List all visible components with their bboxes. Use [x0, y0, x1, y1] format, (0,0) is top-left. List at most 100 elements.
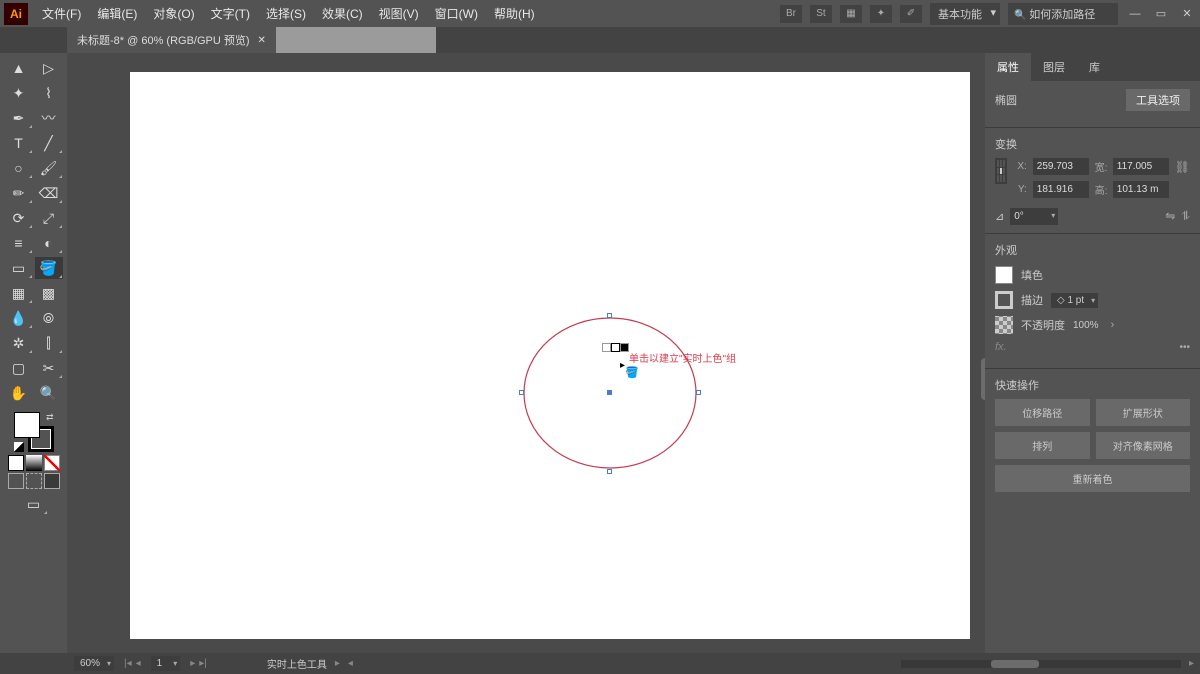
fx-label[interactable]: fx.: [995, 341, 1007, 353]
handle-n[interactable]: [607, 313, 612, 318]
color-mode-solid[interactable]: [8, 455, 24, 471]
tab-libraries[interactable]: 库: [1077, 53, 1112, 81]
zoom-tool[interactable]: 🔍: [35, 382, 63, 404]
arrange-button[interactable]: 排列: [995, 432, 1090, 459]
hand-tool[interactable]: ✋: [5, 382, 33, 404]
status-expand-icon[interactable]: ▸: [335, 658, 340, 669]
tab-properties[interactable]: 属性: [985, 53, 1031, 81]
selection-tool[interactable]: ▲: [5, 57, 33, 79]
symbol-sprayer-tool[interactable]: ✲: [5, 332, 33, 354]
expand-shape-button[interactable]: 扩展形状: [1096, 399, 1191, 426]
flip-horizontal-icon[interactable]: ⇋: [1165, 209, 1175, 224]
menu-edit[interactable]: 编辑(E): [89, 1, 145, 26]
selected-ellipse[interactable]: [522, 316, 698, 471]
pencil-tool[interactable]: ✏: [5, 182, 33, 204]
offset-path-button[interactable]: 位移路径: [995, 399, 1090, 426]
tool-options-button[interactable]: 工具选项: [1126, 89, 1190, 111]
handle-s[interactable]: [607, 469, 612, 474]
y-input[interactable]: [1033, 181, 1089, 198]
horizontal-scrollbar[interactable]: [901, 660, 1181, 668]
type-tool[interactable]: T: [5, 132, 33, 154]
eraser-tool[interactable]: ⌫: [35, 182, 63, 204]
mesh-tool[interactable]: ▩: [35, 282, 63, 304]
draw-normal[interactable]: [8, 473, 24, 489]
draw-inside[interactable]: [44, 473, 60, 489]
menu-file[interactable]: 文件(F): [34, 1, 89, 26]
flip-vertical-icon[interactable]: ⥮: [1181, 209, 1190, 224]
menu-view[interactable]: 视图(V): [371, 1, 427, 26]
ellipse-tool[interactable]: ○: [5, 157, 33, 179]
shape-builder-tool[interactable]: ▭: [5, 257, 33, 279]
arrange-docs-icon[interactable]: ▦: [840, 5, 862, 23]
menu-effect[interactable]: 效果(C): [314, 1, 371, 26]
default-fill-stroke-icon[interactable]: [14, 442, 24, 452]
bridge-icon[interactable]: Br: [780, 5, 802, 23]
handle-center[interactable]: [607, 390, 612, 395]
stock-icon[interactable]: St: [810, 5, 832, 23]
artboard-nav[interactable]: |◂◂: [122, 658, 143, 669]
lasso-tool[interactable]: ⌇: [35, 82, 63, 104]
minimize-button[interactable]: —: [1126, 6, 1144, 22]
graph-tool[interactable]: ⫿: [35, 332, 63, 354]
vertical-scrollbar-thumb[interactable]: [981, 358, 985, 400]
width-input[interactable]: [1113, 158, 1169, 175]
pen-tool[interactable]: ✒: [5, 107, 33, 129]
appearance-more-icon[interactable]: •••: [1179, 342, 1190, 353]
magic-wand-tool[interactable]: ✦: [5, 82, 33, 104]
document-tab[interactable]: 未标题-8* @ 60% (RGB/GPU 预览) ✕: [67, 27, 276, 53]
opacity-expand-icon[interactable]: ›: [1111, 319, 1115, 331]
close-button[interactable]: ✕: [1178, 6, 1196, 22]
fill-swatch[interactable]: [14, 412, 40, 438]
line-tool[interactable]: ╱: [35, 132, 63, 154]
menu-type[interactable]: 文字(T): [203, 1, 258, 26]
slice-tool[interactable]: ✂: [35, 357, 63, 379]
gpu-icon[interactable]: ✦: [870, 5, 892, 23]
help-search[interactable]: 如何添加路径: [1008, 3, 1118, 25]
horizontal-scrollbar-thumb[interactable]: [991, 660, 1039, 668]
menu-window[interactable]: 窗口(W): [427, 1, 486, 26]
perspective-tool[interactable]: ▦: [5, 282, 33, 304]
stroke-color-swatch[interactable]: [995, 291, 1013, 309]
artboard-nav-next[interactable]: ▸▸|: [188, 658, 209, 669]
canvas-area[interactable]: 单击以建立"实时上色"组 ▸ 🪣: [67, 53, 985, 653]
fill-stroke-control[interactable]: ⇄: [14, 412, 54, 452]
feather-icon[interactable]: ✐: [900, 5, 922, 23]
free-transform-tool[interactable]: ◐: [35, 232, 63, 254]
swap-fill-stroke-icon[interactable]: ⇄: [46, 412, 54, 423]
handle-e[interactable]: [696, 390, 701, 395]
eyedropper-tool[interactable]: 💧: [5, 307, 33, 329]
menu-help[interactable]: 帮助(H): [486, 1, 543, 26]
maximize-button[interactable]: ▭: [1152, 6, 1170, 22]
tab-close-icon[interactable]: ✕: [258, 35, 266, 46]
direct-selection-tool[interactable]: ▷: [35, 57, 63, 79]
rotate-tool[interactable]: ⟳: [5, 207, 33, 229]
live-paint-tool[interactable]: 🪣: [35, 257, 63, 279]
width-tool[interactable]: ≡: [5, 232, 33, 254]
artboard-number-input[interactable]: 1▾: [151, 656, 181, 671]
screen-mode-tool[interactable]: ▭: [20, 493, 48, 515]
fill-color-swatch[interactable]: [995, 266, 1013, 284]
color-mode-gradient[interactable]: [26, 455, 42, 471]
curvature-tool[interactable]: 〰: [35, 107, 63, 129]
tab-layers[interactable]: 图层: [1031, 53, 1077, 81]
menu-select[interactable]: 选择(S): [258, 1, 314, 26]
align-pixel-button[interactable]: 对齐像素网格: [1096, 432, 1191, 459]
rotation-input[interactable]: 0°▾: [1010, 208, 1058, 225]
artboard-tool[interactable]: ▢: [5, 357, 33, 379]
draw-behind[interactable]: [26, 473, 42, 489]
x-input[interactable]: [1033, 158, 1089, 175]
stroke-weight-input[interactable]: ◇ 1 pt▾: [1051, 293, 1098, 308]
blend-tool[interactable]: ⦾: [35, 307, 63, 329]
brush-tool[interactable]: 🖌: [35, 157, 63, 179]
workspace-switcher[interactable]: 基本功能: [930, 3, 1000, 25]
zoom-level-input[interactable]: 60%▾: [74, 656, 114, 671]
link-wh-icon[interactable]: ⛓: [1175, 160, 1190, 174]
color-mode-none[interactable]: [44, 455, 60, 471]
scale-tool[interactable]: ⤢: [35, 207, 63, 229]
reference-point-selector[interactable]: [995, 158, 1007, 184]
recolor-button[interactable]: 重新着色: [995, 465, 1190, 492]
opacity-value[interactable]: 100%: [1073, 320, 1099, 331]
handle-w[interactable]: [519, 390, 524, 395]
height-input[interactable]: [1113, 181, 1169, 198]
menu-object[interactable]: 对象(O): [145, 1, 202, 26]
